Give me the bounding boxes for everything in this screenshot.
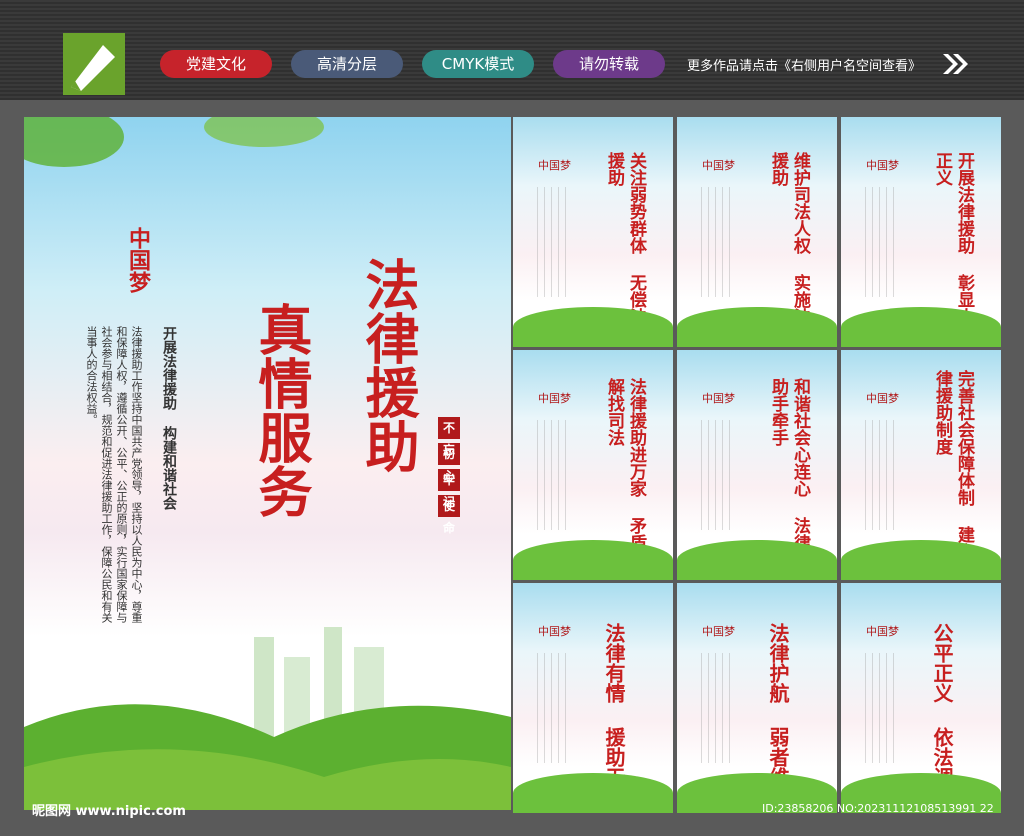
top-banner: 党建文化 高清分层 CMYK模式 请勿转载 更多作品请点击《右侧用户名空间查看》 [0, 0, 1024, 100]
tag-party-culture[interactable]: 党建文化 [160, 50, 272, 78]
poster-card[interactable]: 中国梦 公平正义 依法调解 [841, 583, 1001, 813]
poster-card[interactable]: 中国梦 开展法律援助 彰显人间正义 [841, 117, 1001, 347]
card-body-text [695, 420, 735, 530]
card-ground [513, 307, 673, 347]
poster-card[interactable]: 中国梦 和谐社会心连心 法律援助手牵手 [677, 350, 837, 580]
site-watermark: 昵图网 www.nipic.com [32, 804, 186, 819]
card-body-text [531, 187, 571, 297]
seal-char: 使命 [438, 495, 460, 535]
poster-card[interactable]: 中国梦 完善社会保障体制 建立法律援助制度 [841, 350, 1001, 580]
card-body-text [531, 420, 571, 530]
china-dream-mark: 中国梦 [702, 625, 735, 638]
card-body-text [859, 187, 899, 297]
main-title-line1: 法律援助 [356, 257, 420, 473]
main-poster: 中国梦 法律援助 真情服务 开展法律援助 构建和谐社会 法律援助工作坚持中国共产… [24, 117, 511, 810]
card-body-text [859, 653, 899, 763]
seal-char: 牢记 [438, 469, 460, 509]
card-ground [677, 307, 837, 347]
poster-card[interactable]: 中国梦 法律护航 弱者维权 [677, 583, 837, 813]
card-ground [677, 540, 837, 580]
card-ground [841, 307, 1001, 347]
tag-no-repost[interactable]: 请勿转载 [553, 50, 665, 78]
china-dream-mark: 中国梦 [538, 625, 571, 638]
seal-char: 不忘 [438, 417, 460, 457]
poster-card[interactable]: 中国梦 法律援助进万家 矛盾化解找司法 [513, 350, 673, 580]
china-dream-mark: 中国梦 [866, 159, 899, 172]
pen-logo-icon [63, 33, 125, 95]
card-body-text [695, 187, 735, 297]
seal-column: 不忘 初心 牢记 使命 [438, 417, 462, 535]
card-ground [513, 773, 673, 813]
china-dream-mark: 中国梦 [125, 227, 151, 293]
card-body-text [695, 653, 735, 763]
china-dream-mark: 中国梦 [702, 392, 735, 405]
main-subtitle: 开展法律援助 构建和谐社会 [161, 326, 177, 510]
seal-char: 初心 [438, 443, 460, 483]
card-body-text [531, 653, 571, 763]
card-body-text [859, 420, 899, 530]
card-ground [841, 540, 1001, 580]
main-body-text: 法律援助工作坚持中国共产党领导，坚持以人民为中心，尊重和保障人权，遵循公开、公平… [85, 326, 143, 623]
image-id-text: ID:23858206 NO:20231112108513991 22 [762, 802, 994, 815]
card-ground [513, 540, 673, 580]
poster-card[interactable]: 中国梦 法律有情 援助无忧 [513, 583, 673, 813]
china-dream-mark: 中国梦 [866, 392, 899, 405]
more-works-link[interactable]: 更多作品请点击《右侧用户名空间查看》 [687, 55, 921, 74]
china-dream-mark: 中国梦 [538, 159, 571, 172]
tag-cmyk[interactable]: CMYK模式 [422, 50, 534, 78]
poster-card[interactable]: 中国梦 维护司法人权 实施法律援助 [677, 117, 837, 347]
china-dream-mark: 中国梦 [702, 159, 735, 172]
main-title-line2: 真情服务 [249, 302, 313, 518]
double-chevron-right-icon[interactable] [941, 52, 969, 76]
china-dream-mark: 中国梦 [538, 392, 571, 405]
poster-card[interactable]: 中国梦 关注弱势群体 无偿法律援助 [513, 117, 673, 347]
tag-hd-layers[interactable]: 高清分层 [291, 50, 403, 78]
china-dream-mark: 中国梦 [866, 625, 899, 638]
